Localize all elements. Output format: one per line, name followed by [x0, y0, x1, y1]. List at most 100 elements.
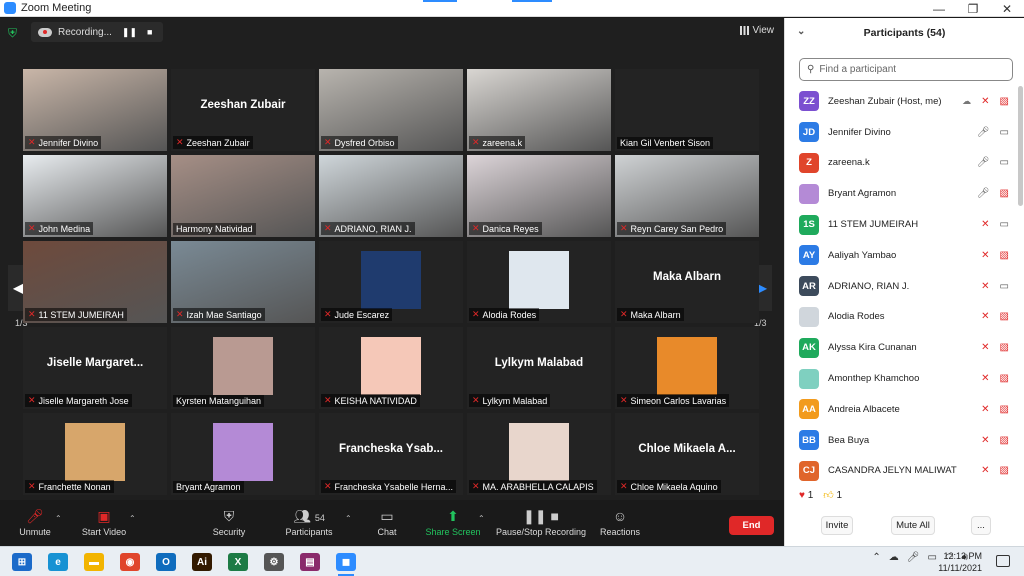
invite-button[interactable]: Invite: [821, 516, 853, 535]
network-icon[interactable]: ▭: [928, 552, 937, 563]
participant-row[interactable]: BB Bea Buya ✕ ▧: [785, 425, 1017, 456]
video-off-icon[interactable]: ▧: [1000, 435, 1009, 446]
participant-tile[interactable]: Francheska Ysab... ✕ Francheska Ysabelle H…: [319, 413, 463, 495]
participant-tile[interactable]: ✕ John Medina: [23, 155, 167, 237]
participant-row[interactable]: ZZ Zeeshan Zubair (Host, me) ☁ ✕ ▧: [785, 86, 1017, 117]
participant-tile[interactable]: ✕ 11 STEM JUMEIRAH: [23, 241, 167, 323]
taskbar-app-outlook[interactable]: O: [156, 553, 176, 571]
participant-tile[interactable]: ✕ zareena.k: [467, 69, 611, 151]
security-button[interactable]: ⛨ Security: [210, 508, 248, 537]
chevron-up-icon[interactable]: ⌃: [478, 514, 485, 523]
participant-tile[interactable]: ✕ Simeon Carlos Lavarias: [615, 327, 759, 409]
participant-tile[interactable]: ✕ MA. ARABHELLA CALAPIS: [467, 413, 611, 495]
taskbar-app-zoom[interactable]: ◼: [336, 553, 356, 576]
mic-muted-icon[interactable]: ✕: [981, 373, 989, 384]
video-off-icon[interactable]: ▧: [1000, 404, 1009, 415]
mic-muted-icon[interactable]: ✕: [981, 219, 989, 230]
end-meeting-button[interactable]: End: [729, 516, 774, 535]
participant-row[interactable]: AK Alyssa Kira Cunanan ✕ ▧: [785, 332, 1017, 363]
close-button[interactable]: ✕: [990, 0, 1024, 17]
taskbar-app-start[interactable]: ⊞: [12, 553, 32, 571]
mic-icon[interactable]: 🎤︎: [977, 188, 990, 199]
mic-icon[interactable]: 🎤︎: [907, 552, 920, 563]
participant-row[interactable]: 1S 11 STEM JUMEIRAH ✕ ▭: [785, 209, 1017, 240]
participant-tile[interactable]: Jiselle Margaret... ✕ Jiselle Margareth Jo…: [23, 327, 167, 409]
more-button[interactable]: ...: [971, 516, 991, 535]
chevron-up-icon[interactable]: ⌃: [129, 514, 136, 523]
participant-row[interactable]: CJ CASANDRA JELYN MALIWAT ✕ ▧: [785, 456, 1017, 487]
participant-tile[interactable]: ✕ Danica Reyes: [467, 155, 611, 237]
participants-button[interactable]: 👥︎ 54 Participants: [283, 508, 335, 537]
participant-tile[interactable]: ✕ Dysfred Orbiso: [319, 69, 463, 151]
taskbar-app-edge[interactable]: e: [48, 553, 68, 571]
unmute-button[interactable]: 🎤︎ Unmute: [17, 508, 53, 537]
notification-icon[interactable]: [996, 555, 1010, 567]
chat-button[interactable]: ▭ Chat: [374, 508, 400, 537]
taskbar-app-winrar[interactable]: ▤: [300, 553, 320, 571]
pause-stop-recording-button[interactable]: ❚❚ ■ Pause/Stop Recording: [494, 508, 588, 537]
mic-muted-icon[interactable]: ✕: [981, 465, 989, 476]
participant-tile[interactable]: Harmony Natividad: [171, 155, 315, 237]
participant-row[interactable]: Bryant Agramon 🎤︎ ▧: [785, 178, 1017, 209]
chevron-up-icon[interactable]: ⌃: [345, 514, 352, 523]
video-off-icon[interactable]: ▧: [1000, 250, 1009, 261]
participant-row[interactable]: AR ADRIANO, RIAN J. ✕ ▭: [785, 271, 1017, 302]
pause-recording-icon[interactable]: ❚❚: [122, 27, 137, 38]
video-icon[interactable]: ▭: [1000, 157, 1009, 168]
video-off-icon[interactable]: ▧: [1000, 342, 1009, 353]
mic-muted-icon[interactable]: ✕: [981, 250, 989, 261]
participant-row[interactable]: Zzareena.k 🎤︎ ▭: [785, 148, 1017, 179]
stop-recording-icon[interactable]: ■: [147, 27, 152, 37]
video-off-icon[interactable]: ▧: [1000, 96, 1009, 107]
video-off-icon[interactable]: ▧: [1000, 373, 1009, 384]
participant-row[interactable]: AY Aaliyah Yambao ✕ ▧: [785, 240, 1017, 271]
mic-muted-icon[interactable]: ✕: [981, 342, 989, 353]
video-off-icon[interactable]: ▧: [1000, 188, 1009, 199]
participant-tile[interactable]: Bryant Agramon: [171, 413, 315, 495]
participant-search[interactable]: ⚲ Find a participant: [799, 58, 1013, 81]
share-screen-button[interactable]: ⬆ Share Screen: [425, 508, 481, 537]
participant-tile[interactable]: Chloe Mikaela A... ✕ Chloe Mikaela Aquino: [615, 413, 759, 495]
minimize-button[interactable]: —: [922, 0, 956, 17]
participant-tile[interactable]: Lylkym Malabad ✕ Lylkym Malabad: [467, 327, 611, 409]
participant-tile[interactable]: Kian Gil Venbert Sison: [615, 69, 759, 151]
mic-muted-icon[interactable]: ✕: [981, 96, 989, 107]
taskbar-app-files[interactable]: ▬: [84, 553, 104, 571]
video-icon[interactable]: ▭: [1000, 281, 1009, 292]
participant-tile[interactable]: ✕ Izah Mae Santiago: [171, 241, 315, 323]
participant-tile[interactable]: Kyrsten Matanguihan: [171, 327, 315, 409]
participant-tile[interactable]: ✕ Jennifer Divino: [23, 69, 167, 151]
participant-row[interactable]: AA Andreia Albacete ✕ ▧: [785, 394, 1017, 425]
participant-tile[interactable]: ✕ ADRIANO, RIAN J.: [319, 155, 463, 237]
search-input[interactable]: Find a participant: [819, 64, 896, 75]
maximize-button[interactable]: ❐: [956, 0, 990, 17]
participant-row[interactable]: Amonthep Khamchoo ✕ ▧: [785, 363, 1017, 394]
taskbar-app-excel[interactable]: X: [228, 553, 248, 571]
view-button[interactable]: View: [739, 25, 774, 36]
participant-row[interactable]: JD Jennifer Divino 🎤︎ ▭: [785, 117, 1017, 148]
chevron-down-icon[interactable]: ⌄: [797, 26, 805, 37]
participant-tile[interactable]: ✕ Franchette Nonan: [23, 413, 167, 495]
mic-icon[interactable]: 🎤︎: [977, 157, 990, 168]
mic-muted-icon[interactable]: ✕: [981, 311, 989, 322]
mic-muted-icon[interactable]: ✕: [981, 435, 989, 446]
participant-tile[interactable]: Zeeshan Zubair ✕ Zeeshan Zubair: [171, 69, 315, 151]
taskbar-app-settings[interactable]: ⚙: [264, 553, 284, 571]
participant-tile[interactable]: Maka Albarn ✕ Maka Albarn: [615, 241, 759, 323]
participant-tile[interactable]: ✕ Alodia Rodes: [467, 241, 611, 323]
video-icon[interactable]: ▭: [1000, 127, 1009, 138]
clock[interactable]: 12:13 PM 11/11/2021: [938, 550, 982, 574]
participant-tile[interactable]: ✕ KEISHA NATIVIDAD: [319, 327, 463, 409]
video-icon[interactable]: ▭: [1000, 219, 1009, 230]
taskbar-app-chrome[interactable]: ◉: [120, 553, 140, 571]
mute-all-button[interactable]: Mute All: [891, 516, 935, 535]
chevron-up-icon[interactable]: ⌃: [55, 514, 62, 523]
mic-muted-icon[interactable]: ✕: [981, 281, 989, 292]
cloud-icon[interactable]: ☁: [889, 552, 899, 563]
reactions-button[interactable]: ☺ Reactions: [600, 508, 640, 537]
video-off-icon[interactable]: ▧: [1000, 311, 1009, 322]
participant-tile[interactable]: ✕ Reyn Carey San Pedro: [615, 155, 759, 237]
mic-icon[interactable]: 🎤︎: [977, 127, 990, 138]
taskbar-app-illustrator[interactable]: Ai: [192, 553, 212, 571]
participant-row[interactable]: Alodia Rodes ✕ ▧: [785, 302, 1017, 333]
